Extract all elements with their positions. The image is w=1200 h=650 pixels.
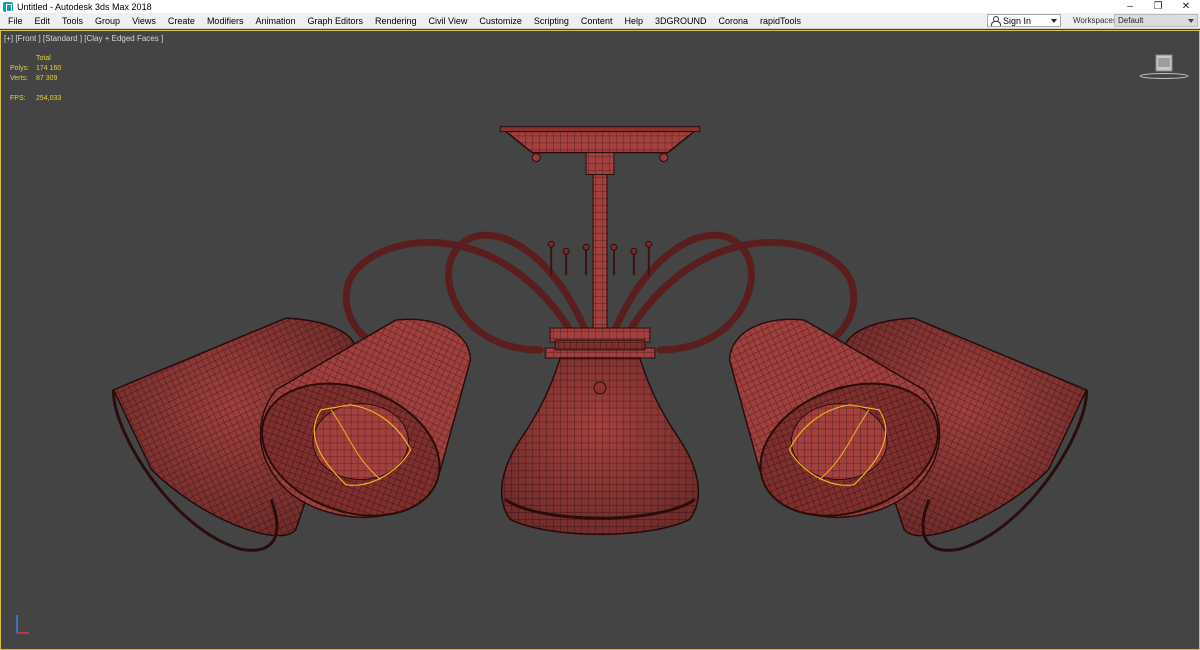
stats-polys-label: Polys: — [10, 65, 30, 72]
stats-total-label: Total — [36, 55, 51, 62]
bell-center — [500, 357, 700, 536]
menu-bar: File Edit Tools Group Views Create Modif… — [0, 13, 1200, 29]
menu-rapidtools[interactable]: rapidTools — [754, 13, 807, 29]
stats-fps-label: FPS: — [10, 95, 26, 102]
close-button[interactable]: ✕ — [1172, 0, 1200, 13]
menu-create[interactable]: Create — [162, 13, 201, 29]
title-bar: Untitled - Autodesk 3ds Max 2018 – ❐ ✕ — [0, 0, 1200, 13]
menu-civil-view[interactable]: Civil View — [423, 13, 474, 29]
axis-tripod-icon — [16, 615, 29, 634]
workspaces-label: Workspaces: — [1073, 16, 1120, 25]
viewport-label[interactable]: [+] [Front ] [Standard ] [Clay + Edged F… — [4, 34, 163, 43]
stats-polys-value: 174 160 — [36, 65, 62, 72]
scene-statistics: Total Polys: 174 160 Verts: 87 309 FPS: … — [10, 54, 61, 104]
menu-file[interactable]: File — [0, 13, 29, 29]
center-rod — [592, 174, 608, 335]
menu-edit[interactable]: Edit — [29, 13, 57, 29]
workspaces-value: Default — [1118, 16, 1144, 25]
minimize-button[interactable]: – — [1116, 0, 1144, 13]
menu-help[interactable]: Help — [618, 13, 649, 29]
restore-button[interactable]: ❐ — [1144, 0, 1172, 13]
ceiling-canopy — [499, 126, 701, 176]
app-icon — [3, 1, 13, 12]
stats-fps-row: FPS: 254,033 — [10, 94, 61, 104]
menu-modifiers[interactable]: Modifiers — [201, 13, 250, 29]
menu-customize[interactable]: Customize — [473, 13, 528, 29]
chevron-down-icon — [1051, 19, 1057, 23]
window-controls: – ❐ ✕ — [1116, 0, 1200, 13]
chevron-down-icon — [1188, 19, 1194, 23]
viewcube-icon[interactable] — [1139, 53, 1189, 79]
menu-corona[interactable]: Corona — [712, 13, 754, 29]
stats-verts-row: Verts: 87 309 — [10, 74, 61, 84]
user-icon — [991, 16, 1001, 26]
window-title: Untitled - Autodesk 3ds Max 2018 — [17, 1, 152, 12]
sign-in-dropdown[interactable]: Sign In — [987, 14, 1061, 27]
stats-verts-value: 87 309 — [36, 75, 58, 82]
menu-group[interactable]: Group — [89, 13, 126, 29]
stats-fps-value: 254,033 — [36, 95, 62, 102]
menu-content[interactable]: Content — [575, 13, 619, 29]
menu-3dground[interactable]: 3DGROUND — [649, 13, 713, 29]
stats-verts-label: Verts: — [10, 75, 28, 82]
center-hub — [544, 327, 656, 359]
chandelier-model[interactable] — [1, 31, 1199, 649]
workspaces-select[interactable]: Default — [1114, 14, 1198, 27]
sign-in-label: Sign In — [1003, 15, 1032, 26]
front-viewport[interactable]: [+] [Front ] [Standard ] [Clay + Edged F… — [0, 30, 1200, 650]
menu-animation[interactable]: Animation — [249, 13, 301, 29]
stats-polys-row: Polys: 174 160 — [10, 64, 61, 74]
menu-views[interactable]: Views — [126, 13, 162, 29]
menu-rendering[interactable]: Rendering — [369, 13, 423, 29]
menu-scripting[interactable]: Scripting — [528, 13, 575, 29]
menu-tools[interactable]: Tools — [56, 13, 89, 29]
menu-graph-editors[interactable]: Graph Editors — [301, 13, 369, 29]
